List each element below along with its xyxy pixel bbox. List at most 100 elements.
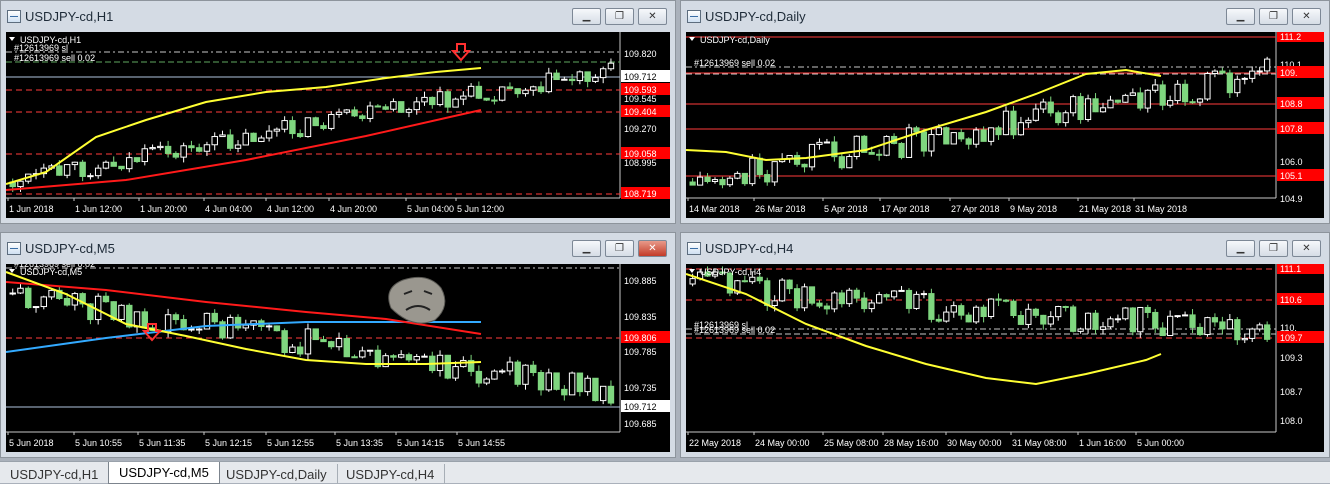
candle-body: [973, 306, 980, 323]
candle-body: [467, 85, 475, 97]
restore-icon: ❐: [615, 243, 624, 254]
chart-window-h4[interactable]: USDJPY-cd,H4 ▁ ❐ ✕ USDJPY-cd,H4 #12613969…: [680, 232, 1330, 458]
price-label: 109.545: [624, 94, 657, 104]
candle-body: [592, 377, 599, 402]
candle-body: [568, 372, 576, 396]
time-label: 5 Jun 14:55: [458, 438, 505, 448]
candle-body: [172, 314, 180, 321]
candle-body: [995, 298, 1002, 301]
candle-body: [928, 134, 935, 152]
candle-body: [343, 109, 351, 113]
order-label: #12613969 sell 0.02: [694, 325, 775, 335]
candle-body: [831, 292, 838, 310]
candle-body: [1092, 312, 1099, 330]
candle-body: [234, 316, 242, 329]
minimize-button[interactable]: ▁: [1226, 8, 1255, 25]
candle-body: [32, 306, 40, 309]
tab-usdjpy-h4[interactable]: USDJPY-cd,H4: [336, 464, 446, 484]
candle-body: [1167, 315, 1174, 337]
chart-area[interactable]: USDJPY-cd,Daily #12613969 sell 0.02 111.2 1…: [686, 32, 1324, 218]
chart-tab-bar: USDJPY-cd,H1 USDJPY-cd,M5 USDJPY-cd,Dail…: [0, 461, 1330, 484]
candle-body: [118, 304, 125, 320]
candle-body: [87, 175, 94, 178]
chart-svg: USDJPY-cd,M5#12613969 sell 0.02109.88510…: [6, 264, 670, 448]
time-label: 21 May 2018: [1079, 204, 1131, 214]
chart-area[interactable]: USDJPY-cd,H1 #12613969 sl #12613969 sell 0…: [6, 32, 670, 218]
restore-button[interactable]: ❐: [605, 8, 634, 25]
minimize-button[interactable]: ▁: [572, 8, 601, 25]
price-label: 110.6: [1280, 295, 1302, 305]
window-title: USDJPY-cd,M5: [25, 240, 115, 256]
candle-body: [808, 286, 816, 304]
restore-button[interactable]: ❐: [1259, 8, 1288, 25]
time-label: 5 Jun 13:35: [336, 438, 383, 448]
chart-window-h1[interactable]: USDJPY-cd,H1 ▁ ❐ ✕ USDJPY-cd,H1 #12613969…: [0, 0, 676, 224]
candle-body: [1234, 319, 1241, 341]
time-label: 26 Mar 2018: [755, 204, 806, 214]
chart-window-daily[interactable]: USDJPY-cd,Daily ▁ ❐ ✕ USDJPY-cd,Daily #12…: [680, 0, 1330, 224]
minimize-button[interactable]: ▁: [1226, 240, 1255, 257]
candle-body: [382, 106, 389, 110]
time-label: 5 Jun 14:15: [397, 438, 444, 448]
candle-body: [749, 276, 756, 283]
chart-area[interactable]: USDJPY-cd,M5 #12613969 sell 0.02 109.885 10…: [6, 264, 670, 452]
candle-body: [771, 161, 778, 183]
price-label: 109.735: [624, 383, 657, 393]
price-label: 109.820: [624, 49, 657, 59]
candle-body: [898, 289, 905, 292]
candle-body: [1107, 99, 1114, 109]
candle-body: [599, 385, 607, 402]
price-label: 108.719: [624, 189, 657, 199]
restore-icon: ❐: [1269, 11, 1278, 22]
tab-usdjpy-daily[interactable]: USDJPY-cd,Daily: [216, 464, 338, 484]
candle-body: [250, 132, 257, 142]
minimize-button[interactable]: ▁: [572, 240, 601, 257]
restore-button[interactable]: ❐: [605, 240, 634, 257]
close-icon: ✕: [648, 243, 657, 254]
candle-body: [17, 287, 24, 294]
candle-body: [696, 176, 704, 186]
price-label: 109.835: [624, 312, 657, 322]
candle-body: [359, 115, 366, 119]
candle-body: [1264, 324, 1271, 340]
candle-body: [304, 328, 312, 355]
window-titlebar[interactable]: USDJPY-cd,H4 ▁ ❐ ✕: [681, 233, 1329, 263]
candle-body: [793, 154, 801, 165]
candle-body: [133, 311, 141, 328]
chart-symbol-label: USDJPY-cd,H4: [700, 267, 761, 277]
restore-icon: ❐: [1269, 243, 1278, 254]
time-label: 31 May 08:00: [1012, 438, 1067, 448]
candle-body: [506, 86, 514, 90]
candle-body: [995, 127, 1002, 136]
candle-body: [950, 305, 957, 313]
window-titlebar[interactable]: USDJPY-cd,H1 ▁ ❐ ✕: [1, 1, 675, 31]
chart-svg: USDJPY-cd,Daily #12613969 sell 0.02 111.2 1…: [686, 32, 1324, 214]
candle-body: [779, 279, 786, 302]
tab-usdjpy-h1[interactable]: USDJPY-cd,H1: [0, 464, 110, 484]
candle-body: [1040, 101, 1047, 110]
close-button[interactable]: ✕: [638, 8, 667, 25]
candle-body: [102, 295, 110, 303]
chart-area[interactable]: USDJPY-cd,H4 #12613969 sl #12613969 sell 0…: [686, 264, 1324, 452]
candle-body: [351, 356, 358, 359]
restore-button[interactable]: ❐: [1259, 240, 1288, 257]
close-button[interactable]: ✕: [1292, 240, 1321, 257]
candle-body: [838, 156, 845, 169]
candle-body: [898, 142, 905, 158]
chart-window-m5[interactable]: USDJPY-cd,M5 ▁ ❐ ✕ USDJPY-cd,M5 #12613969…: [0, 232, 676, 458]
window-titlebar[interactable]: USDJPY-cd,M5 ▁ ❐ ✕: [1, 233, 675, 263]
window-titlebar[interactable]: USDJPY-cd,Daily ▁ ❐ ✕: [681, 1, 1329, 31]
close-button[interactable]: ✕: [638, 240, 667, 257]
candle-body: [584, 71, 591, 82]
candle-body: [530, 364, 537, 374]
time-label: 31 May 2018: [1135, 204, 1187, 214]
candle-body: [764, 174, 771, 183]
candle-body: [561, 388, 568, 396]
time-label: 5 Jun 04:00: [407, 204, 454, 214]
tab-usdjpy-m5[interactable]: USDJPY-cd,M5: [108, 462, 220, 484]
candle-body: [498, 370, 506, 373]
price-label: 105.1: [1280, 171, 1303, 181]
candle-body: [1017, 122, 1025, 136]
price-label: 109.685: [624, 419, 657, 429]
close-button[interactable]: ✕: [1292, 8, 1321, 25]
